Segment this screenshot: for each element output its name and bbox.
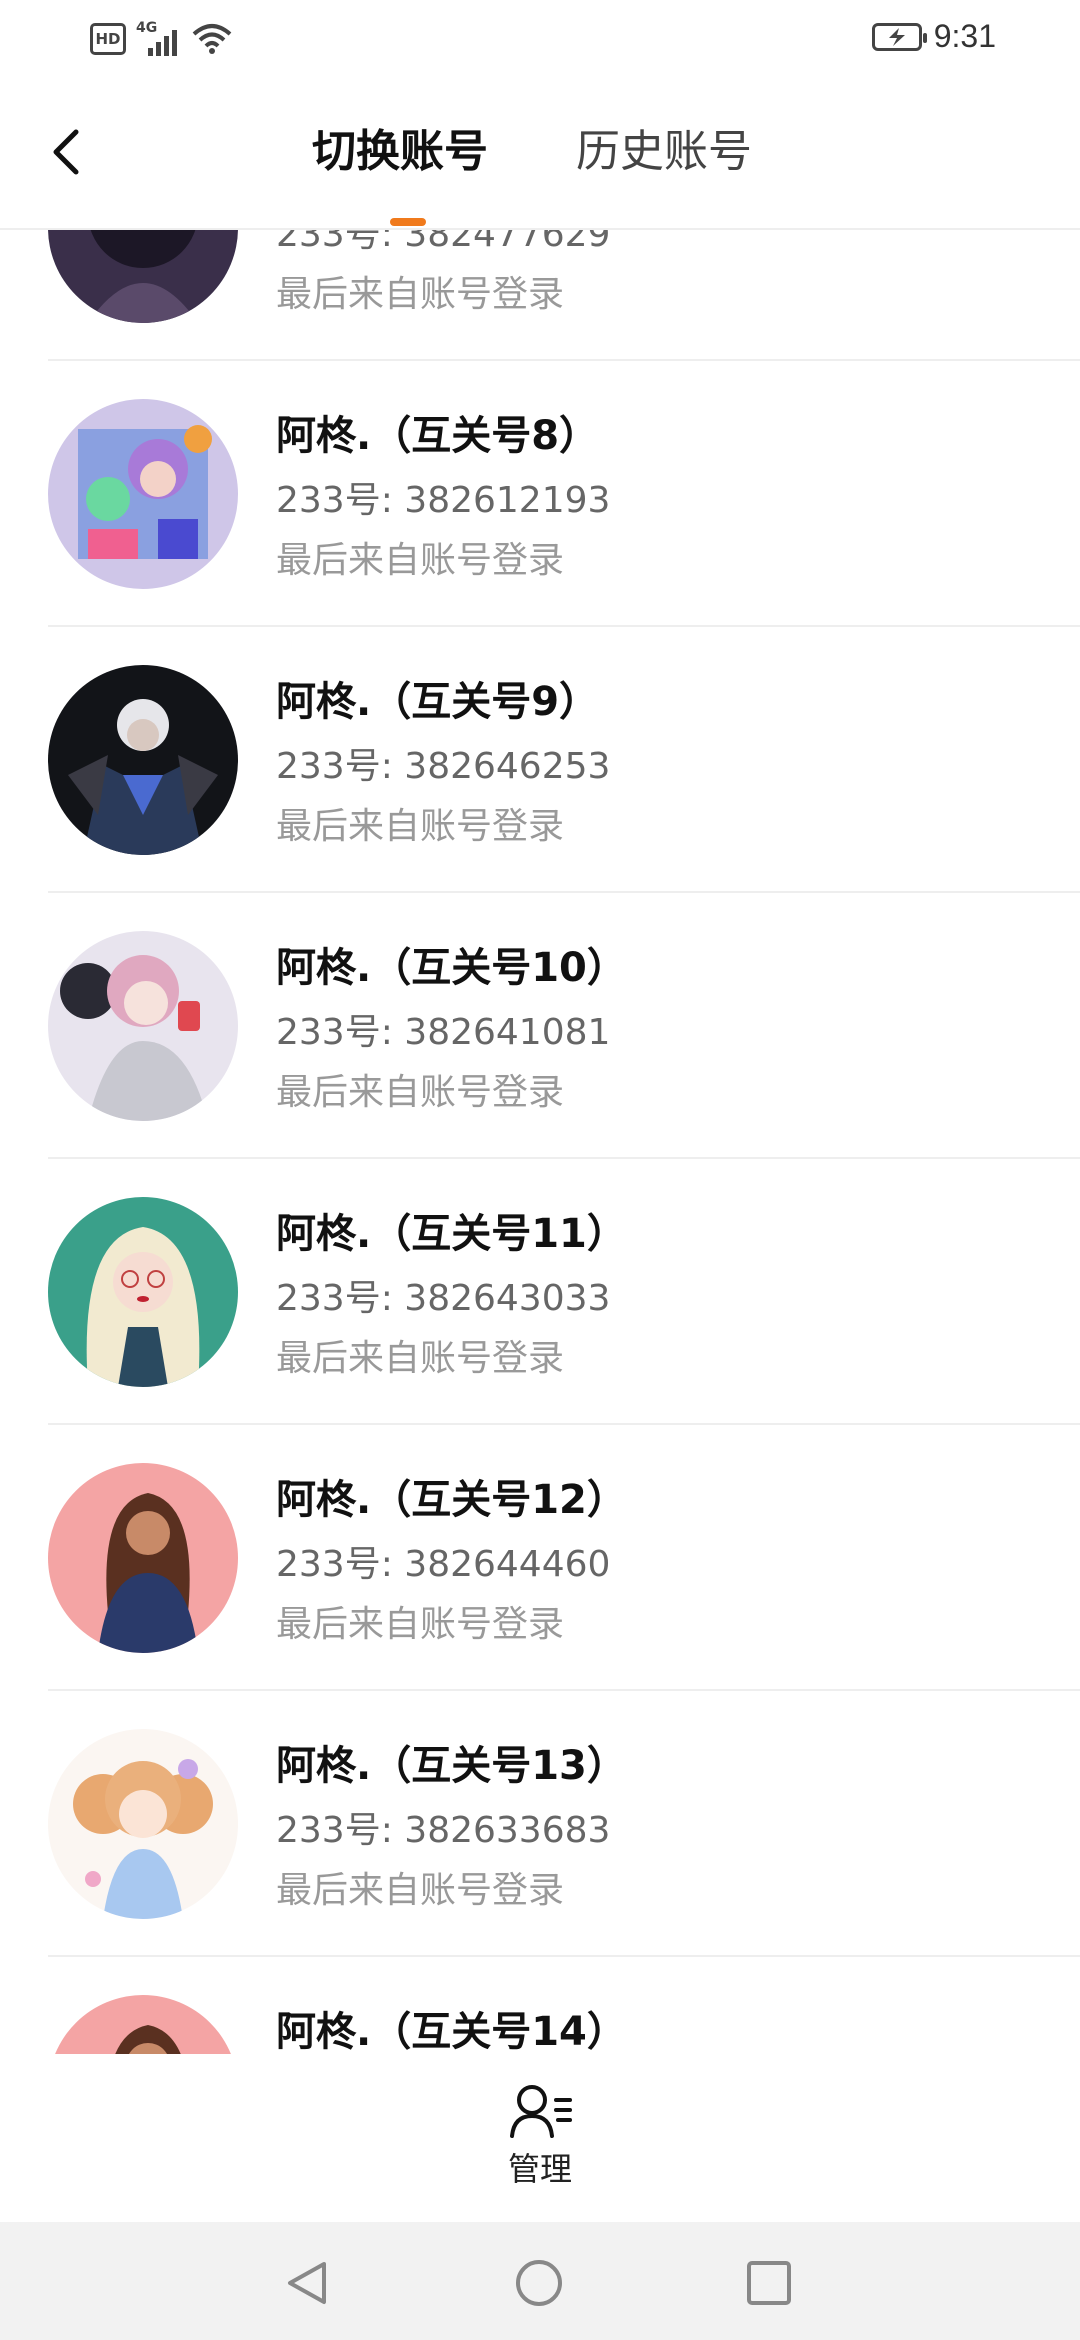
hd-label: HD bbox=[95, 29, 121, 48]
dark-hooded-avatar-icon bbox=[48, 230, 238, 323]
account-row[interactable]: 阿柊.（互关号13） 233号: 382633683 最后来自账号登录 bbox=[0, 1691, 1080, 1957]
account-name: 阿柊.（互关号12） bbox=[276, 1477, 627, 1523]
account-name: 阿柊.（互关号10） bbox=[276, 945, 627, 991]
blonde-glasses-avatar-icon bbox=[48, 1197, 238, 1387]
avatar bbox=[48, 1463, 238, 1653]
account-row[interactable]: 阿柊.（互关号10） 233号: 382641081 最后来自账号登录 bbox=[0, 893, 1080, 1159]
account-id: 233号: 382633683 bbox=[276, 1810, 611, 1851]
nav-back-button[interactable] bbox=[282, 2258, 332, 2308]
clock: 9:31 bbox=[933, 18, 996, 54]
account-row[interactable]: 阿柊.（互关号14） bbox=[0, 1957, 1080, 2054]
dark-armor-avatar-icon bbox=[48, 665, 238, 855]
account-name: 阿柊.（互关号14） bbox=[276, 2009, 627, 2054]
pastel-girl-avatar-icon bbox=[48, 1729, 238, 1919]
login-note: 最后来自账号登录 bbox=[276, 1072, 565, 1113]
colorful-anime-avatar-icon bbox=[48, 399, 238, 589]
account-name: 阿柊.（互关号11） bbox=[276, 1211, 627, 1257]
user-manage-icon bbox=[510, 2085, 572, 2138]
tab-history-account[interactable]: 历史账号 bbox=[576, 124, 752, 180]
account-name: 阿柊.（互关号13） bbox=[276, 1743, 627, 1789]
back-triangle-icon bbox=[288, 2262, 326, 2304]
account-id: 233号: 382477629 bbox=[276, 230, 611, 255]
login-note: 最后来自账号登录 bbox=[276, 1604, 565, 1645]
account-name: 阿柊.（互关号9） bbox=[276, 679, 600, 725]
back-button[interactable] bbox=[40, 122, 100, 182]
nav-recents-button[interactable] bbox=[744, 2258, 794, 2308]
manage-label: 管理 bbox=[507, 2150, 572, 2188]
account-id: 233号: 382646253 bbox=[276, 746, 611, 787]
wifi-icon bbox=[192, 24, 232, 54]
curly-hair-avatar-icon bbox=[48, 1463, 238, 1653]
status-left: HD 4G bbox=[90, 20, 232, 56]
account-id: 233号: 382644460 bbox=[276, 1544, 611, 1585]
battery-icon bbox=[871, 22, 927, 51]
account-row[interactable]: 阿柊.（互关号11） 233号: 382643033 最后来自账号登录 bbox=[0, 1159, 1080, 1425]
account-row[interactable]: 阿柊.（互关号12） 233号: 382644460 最后来自账号登录 bbox=[0, 1425, 1080, 1691]
account-row[interactable]: 阿柊.（互关号9） 233号: 382646253 最后来自账号登录 bbox=[0, 627, 1080, 893]
account-id: 233号: 382643033 bbox=[276, 1278, 611, 1319]
account-id: 233号: 382641081 bbox=[276, 1012, 611, 1053]
hd-icon: HD bbox=[90, 23, 126, 55]
status-bar: HD 4G 9:31 bbox=[0, 0, 1080, 84]
top-header: 切换账号 历史账号 bbox=[0, 84, 1080, 230]
account-id: 233号: 382612193 bbox=[276, 480, 611, 521]
account-row[interactable]: 233号: 382477629 最后来自账号登录 bbox=[0, 230, 1080, 361]
tab-switch-account[interactable]: 切换账号 bbox=[312, 124, 488, 180]
login-note: 最后来自账号登录 bbox=[276, 1338, 565, 1379]
chevron-left-icon bbox=[53, 129, 79, 175]
avatar bbox=[48, 1729, 238, 1919]
account-row[interactable]: 阿柊.（互关号8） 233号: 382612193 最后来自账号登录 bbox=[0, 361, 1080, 627]
login-note: 最后来自账号登录 bbox=[276, 540, 565, 581]
account-name: 阿柊.（互关号8） bbox=[276, 413, 600, 459]
active-tab-indicator bbox=[390, 218, 426, 226]
recents-square-icon bbox=[747, 2261, 791, 2305]
signal-icon: 4G bbox=[136, 20, 182, 56]
avatar bbox=[48, 665, 238, 855]
system-nav-bar bbox=[0, 2222, 1080, 2340]
avatar bbox=[48, 1995, 238, 2054]
login-note: 最后来自账号登录 bbox=[276, 274, 565, 315]
avatar bbox=[48, 230, 238, 323]
manage-button[interactable]: 管理 bbox=[490, 2080, 590, 2190]
login-note: 最后来自账号登录 bbox=[276, 806, 565, 847]
pink-hair-avatar-icon bbox=[48, 931, 238, 1121]
avatar bbox=[48, 399, 238, 589]
avatar bbox=[48, 1197, 238, 1387]
account-list[interactable]: 233号: 382477629 最后来自账号登录 阿柊.（互关号8） 233号:… bbox=[0, 230, 1080, 2054]
curly-hair-avatar-icon bbox=[48, 1995, 238, 2054]
home-circle-icon bbox=[516, 2260, 562, 2306]
login-note: 最后来自账号登录 bbox=[276, 1870, 565, 1911]
status-right: 9:31 bbox=[871, 18, 996, 55]
nav-home-button[interactable] bbox=[514, 2258, 564, 2308]
avatar bbox=[48, 931, 238, 1121]
